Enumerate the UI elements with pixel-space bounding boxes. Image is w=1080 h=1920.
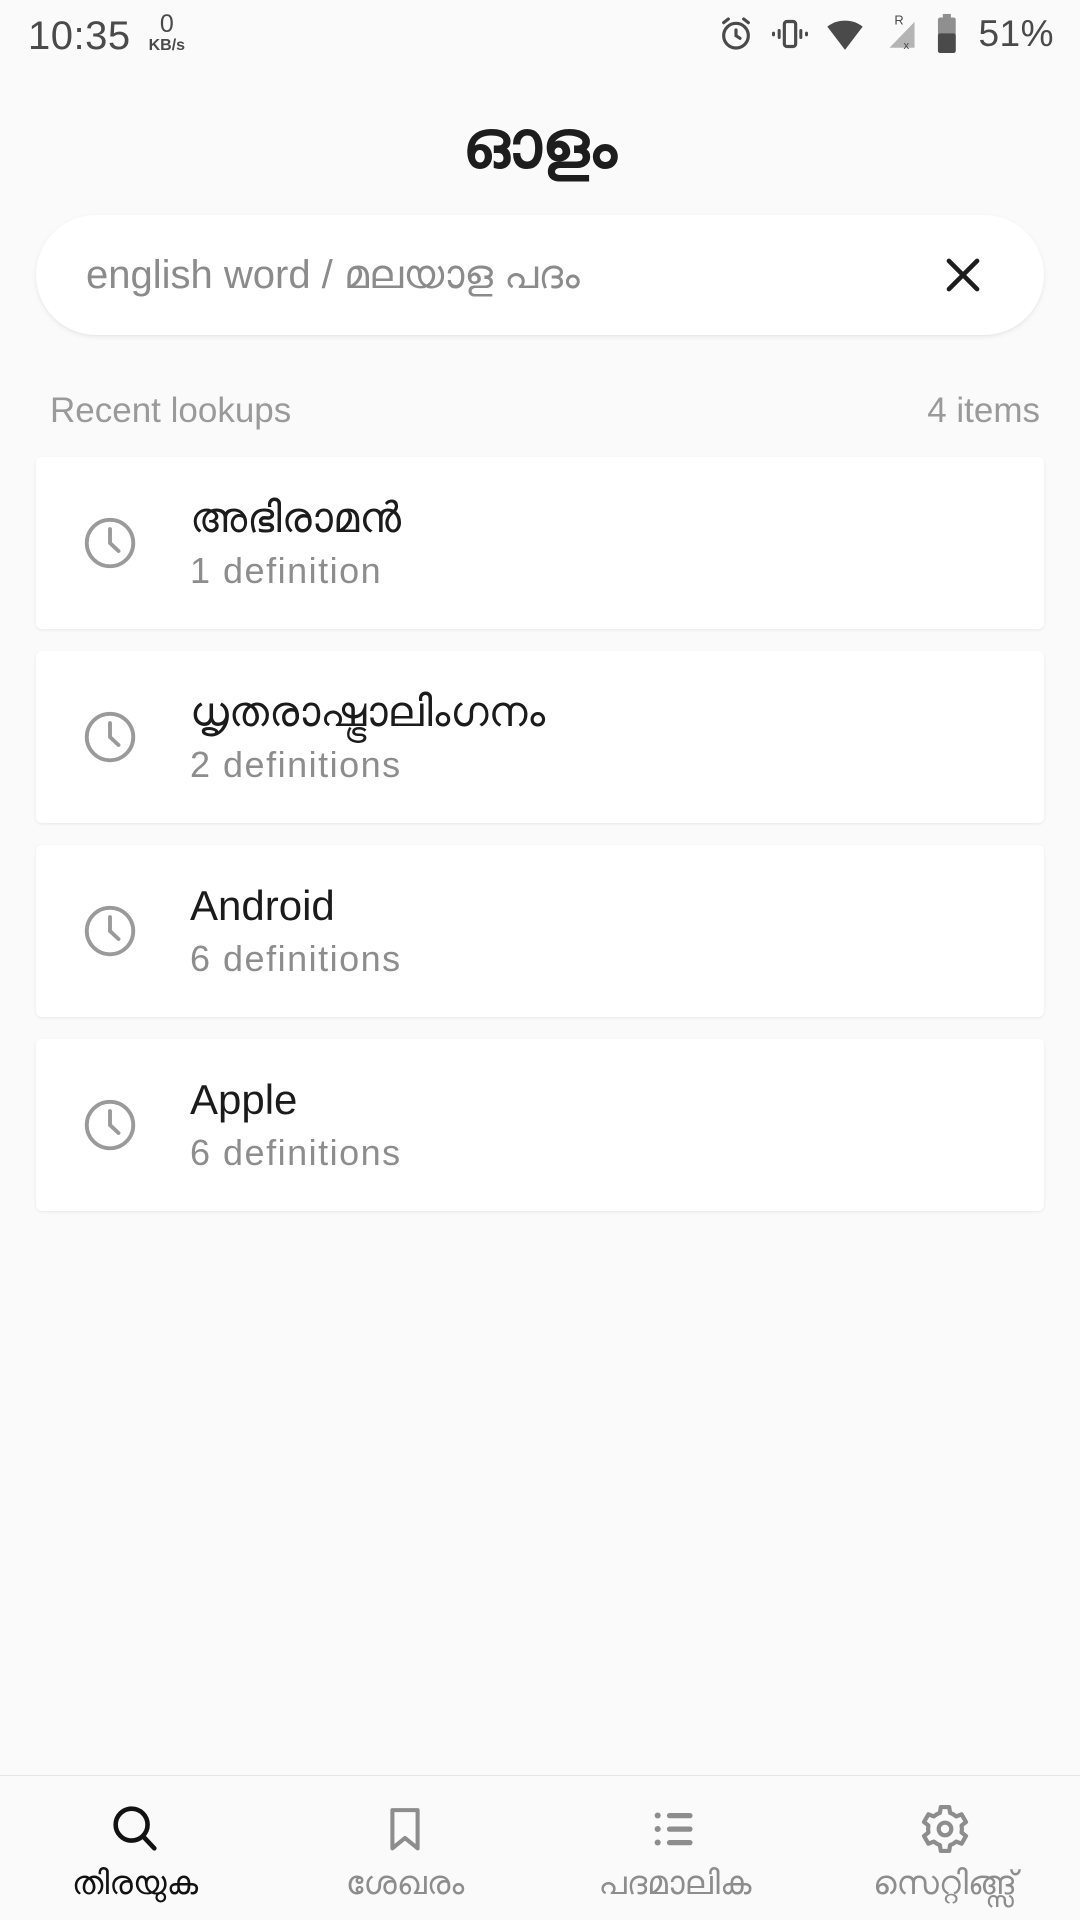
list-item[interactable]: Android 6 definitions [36, 845, 1044, 1017]
list-item-text: അഭിരാമൻ 1 definition [190, 494, 402, 592]
alarm-icon [716, 14, 756, 54]
search-icon [106, 1798, 164, 1860]
nav-item-label: സെറ്റിങ്ങ്സ് [872, 1863, 1017, 1901]
search-bar[interactable] [36, 215, 1044, 335]
nav-item-label: ശേഖരം [345, 1863, 465, 1901]
list-item-word: Apple [190, 1076, 298, 1124]
clock-icon [80, 707, 190, 767]
clock-icon [80, 901, 190, 961]
search-section [0, 215, 1080, 335]
network-speed-value: 0 [159, 10, 174, 38]
bottom-navigation: തിരയുക ശേഖരം പദമാലിക സെറ്റിങ്ങ്സ് [0, 1775, 1080, 1920]
vibrate-icon [770, 14, 810, 54]
list-item-definitions: 6 definitions [190, 1132, 402, 1174]
wifi-icon [824, 14, 866, 54]
list-item-text: Apple 6 definitions [190, 1076, 402, 1174]
list-item-word: Android [190, 882, 335, 930]
signal-roaming-icon: R x [880, 13, 920, 55]
close-icon[interactable] [928, 240, 998, 310]
battery-percent: 51% [978, 13, 1054, 54]
nav-item-label: തിരയുക [71, 1863, 199, 1901]
search-input[interactable] [86, 252, 928, 298]
svg-text:R: R [895, 13, 904, 27]
network-speed-unit: KB/s [148, 37, 186, 54]
recent-lookups-list: അഭിരാമൻ 1 definition ധൃതരാഷ്ട്രാലിംഗനം 2… [0, 457, 1080, 1211]
page-title: ഓളം [462, 107, 618, 181]
gear-icon [917, 1798, 973, 1860]
status-bar-left: 10:35 0 KB/s [28, 12, 185, 58]
list-item-definitions: 2 definitions [190, 744, 402, 786]
status-bar-right: R x 51% [716, 13, 1054, 55]
nav-item-bookmarks[interactable]: ശേഖരം [270, 1776, 540, 1920]
list-item[interactable]: ധൃതരാഷ്ട്രാലിംഗനം 2 definitions [36, 651, 1044, 823]
nav-item-wordlist[interactable]: പദമാലിക [540, 1776, 810, 1920]
list-item-definitions: 1 definition [190, 550, 383, 592]
list-item-definitions: 6 definitions [190, 938, 402, 980]
clock-icon [80, 1095, 190, 1155]
status-time: 10:35 [28, 14, 131, 58]
nav-item-settings[interactable]: സെറ്റിങ്ങ്സ് [810, 1776, 1080, 1920]
nav-item-label: പദമാലിക [598, 1863, 752, 1901]
battery-icon [934, 13, 960, 55]
recent-lookups-header: Recent lookups 4 items [0, 335, 1080, 457]
list-item[interactable]: അഭിരാമൻ 1 definition [36, 457, 1044, 629]
svg-text:x: x [904, 40, 910, 52]
list-icon [648, 1798, 702, 1860]
list-item-text: Android 6 definitions [190, 882, 402, 980]
recent-lookups-count: 4 items [927, 391, 1040, 430]
list-item[interactable]: Apple 6 definitions [36, 1039, 1044, 1211]
clock-icon [80, 513, 190, 573]
nav-item-search[interactable]: തിരയുക [0, 1776, 270, 1920]
list-item-text: ധൃതരാഷ്ട്രാലിംഗനം 2 definitions [190, 688, 546, 786]
status-bar: 10:35 0 KB/s R x 51% [0, 0, 1080, 68]
recent-lookups-label: Recent lookups [50, 391, 292, 430]
list-item-word: ധൃതരാഷ്ട്രാലിംഗനം [190, 688, 546, 736]
network-speed-indicator: 0 KB/s [149, 12, 185, 54]
list-item-word: അഭിരാമൻ [190, 494, 402, 542]
bookmark-icon [378, 1798, 432, 1860]
